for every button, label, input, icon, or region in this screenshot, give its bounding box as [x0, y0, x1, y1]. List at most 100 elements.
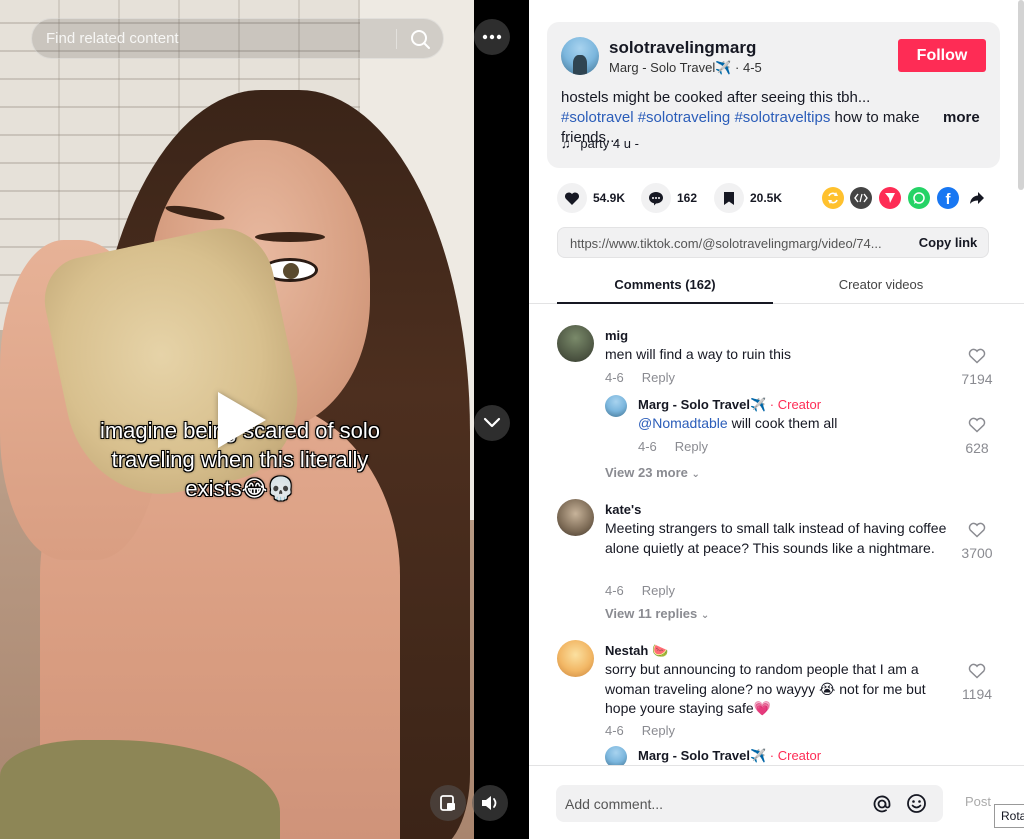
video-player[interactable]: imagine being scared of solo traveling w…	[0, 0, 529, 839]
more-share-button[interactable]	[966, 187, 988, 209]
whatsapp-share-button[interactable]	[908, 187, 930, 209]
reply-like-count: 628	[965, 440, 989, 456]
reply-button[interactable]: Reply	[642, 370, 675, 385]
copy-link-button[interactable]: Copy link	[908, 228, 988, 257]
video-subject-brow	[255, 232, 325, 242]
comment-button[interactable]	[641, 183, 671, 213]
reply-avatar[interactable]	[605, 746, 627, 765]
follow-button[interactable]: Follow	[898, 39, 986, 72]
video-frame[interactable]: imagine being scared of solo traveling w…	[0, 0, 474, 839]
comment-meta: 4-6 Reply	[605, 370, 675, 385]
commenter-name[interactable]: mig	[605, 328, 628, 343]
heart-outline-icon[interactable]	[968, 522, 986, 538]
view-more-label[interactable]: View 23 more	[605, 465, 688, 480]
reply-like[interactable]: 628	[957, 417, 997, 456]
page-scrollbar[interactable]	[1018, 0, 1024, 190]
commenter-avatar[interactable]	[557, 640, 594, 677]
send-to-friends-button[interactable]	[879, 187, 901, 209]
view-more-label[interactable]: View 11 replies	[605, 606, 697, 621]
description-text: hostels might be cooked after seeing thi…	[561, 89, 871, 106]
reply-author: Marg - Solo Travel✈️ · Creator	[638, 397, 821, 413]
comment-text: Meeting strangers to small talk instead …	[605, 520, 947, 556]
comment-meta: 4-6 Reply	[605, 583, 675, 598]
mention-link[interactable]: @Nomadtable	[638, 415, 728, 431]
comment-list: mig men will find a way to ruin this 4-6…	[529, 305, 1024, 765]
description-more-button[interactable]: more	[943, 109, 980, 126]
reply-button[interactable]: Reply	[675, 439, 708, 454]
facebook-share-button[interactable]: f	[937, 187, 959, 209]
save-count: 20.5K	[750, 191, 783, 205]
comment-like[interactable]: 7194	[957, 348, 997, 387]
hashtag-link[interactable]: #solotraveling	[638, 109, 731, 126]
action-row: 54.9K 162 20.5K f	[557, 182, 997, 214]
comment-meta: 4-6 Reply	[605, 723, 675, 738]
related-search-bar	[31, 18, 444, 59]
heart-outline-icon[interactable]	[968, 417, 986, 433]
comment-action[interactable]: 162	[641, 182, 697, 214]
comment-input-container	[556, 785, 943, 822]
mention-at-icon[interactable]	[872, 794, 892, 814]
next-video-button[interactable]	[474, 405, 510, 441]
commenter-avatar[interactable]	[557, 499, 594, 536]
bookmark-icon	[724, 191, 734, 205]
hashtag-link[interactable]: #solotravel	[561, 109, 634, 126]
embed-button[interactable]	[850, 187, 872, 209]
reply-author-name[interactable]: Marg - Solo Travel✈️	[638, 748, 766, 763]
author-card: solotravelingmarg Marg - Solo Travel✈️ ·…	[547, 22, 1000, 168]
view-more-replies[interactable]: View 23 more ⌄	[605, 465, 700, 480]
comment-like[interactable]: 1194	[957, 663, 997, 702]
like-button[interactable]	[557, 183, 587, 213]
reply-author-name[interactable]: Marg - Solo Travel✈️	[638, 397, 766, 412]
reply-date: 4-6	[638, 439, 657, 454]
more-dots-icon	[482, 34, 502, 40]
comment-bubble-icon	[649, 191, 663, 205]
heart-outline-icon[interactable]	[968, 348, 986, 364]
send-arrow-icon	[885, 193, 895, 203]
hashtag-link[interactable]: #solotraveltips	[734, 109, 830, 126]
embed-code-icon	[854, 193, 868, 203]
chevron-down-icon	[483, 417, 501, 428]
search-divider	[396, 29, 397, 49]
video-url[interactable]: https://www.tiktok.com/@solotravelingmar…	[570, 236, 900, 251]
commenter-name[interactable]: Nestah 🍉	[605, 643, 668, 659]
music-title[interactable]: party 4 u -	[580, 136, 639, 151]
author-username[interactable]: solotravelingmarg	[609, 38, 756, 58]
author-display-name[interactable]: Marg - Solo Travel✈️	[609, 60, 731, 75]
comment-date: 4-6	[605, 583, 624, 598]
search-button[interactable]	[404, 23, 436, 55]
repost-button[interactable]	[822, 187, 844, 209]
music-link[interactable]: ♫ party 4 u -	[561, 136, 639, 151]
comment-date: 4-6	[605, 370, 624, 385]
reply-button[interactable]: Reply	[642, 583, 675, 598]
play-icon[interactable]	[218, 392, 266, 448]
facebook-icon: f	[945, 191, 951, 208]
like-action[interactable]: 54.9K	[557, 182, 625, 214]
caption-line: traveling when this literally	[111, 447, 369, 472]
chevron-down-icon: ⌄	[700, 610, 710, 621]
reply-button[interactable]: Reply	[642, 723, 675, 738]
save-action[interactable]: 20.5K	[714, 182, 782, 214]
volume-icon	[482, 796, 497, 810]
heart-outline-icon[interactable]	[968, 663, 986, 679]
more-options-button[interactable]	[474, 19, 510, 55]
author-avatar[interactable]	[561, 37, 599, 75]
save-button[interactable]	[714, 183, 744, 213]
commenter-name[interactable]: kate's	[605, 502, 641, 517]
tab-creator-videos[interactable]: Creator videos	[773, 270, 989, 304]
volume-button[interactable]	[472, 785, 508, 821]
heart-icon	[564, 191, 580, 205]
post-date: 4-5	[742, 60, 762, 75]
view-more-replies[interactable]: View 11 replies ⌄	[605, 606, 709, 621]
comment-input[interactable]	[565, 785, 855, 822]
emoji-icon[interactable]	[906, 793, 927, 814]
post-comment-button[interactable]: Post	[965, 794, 991, 809]
related-search-input[interactable]	[46, 19, 386, 58]
reply-avatar[interactable]	[605, 395, 627, 417]
tab-comments[interactable]: Comments (162)	[557, 270, 773, 304]
commenter-avatar[interactable]	[557, 325, 594, 362]
comment-count: 162	[677, 191, 698, 205]
reply-text: @Nomadtable will cook them all	[638, 414, 938, 434]
separator-dot: ·	[735, 60, 743, 75]
comment-like[interactable]: 3700	[957, 522, 997, 561]
floating-player-button[interactable]	[430, 785, 466, 821]
